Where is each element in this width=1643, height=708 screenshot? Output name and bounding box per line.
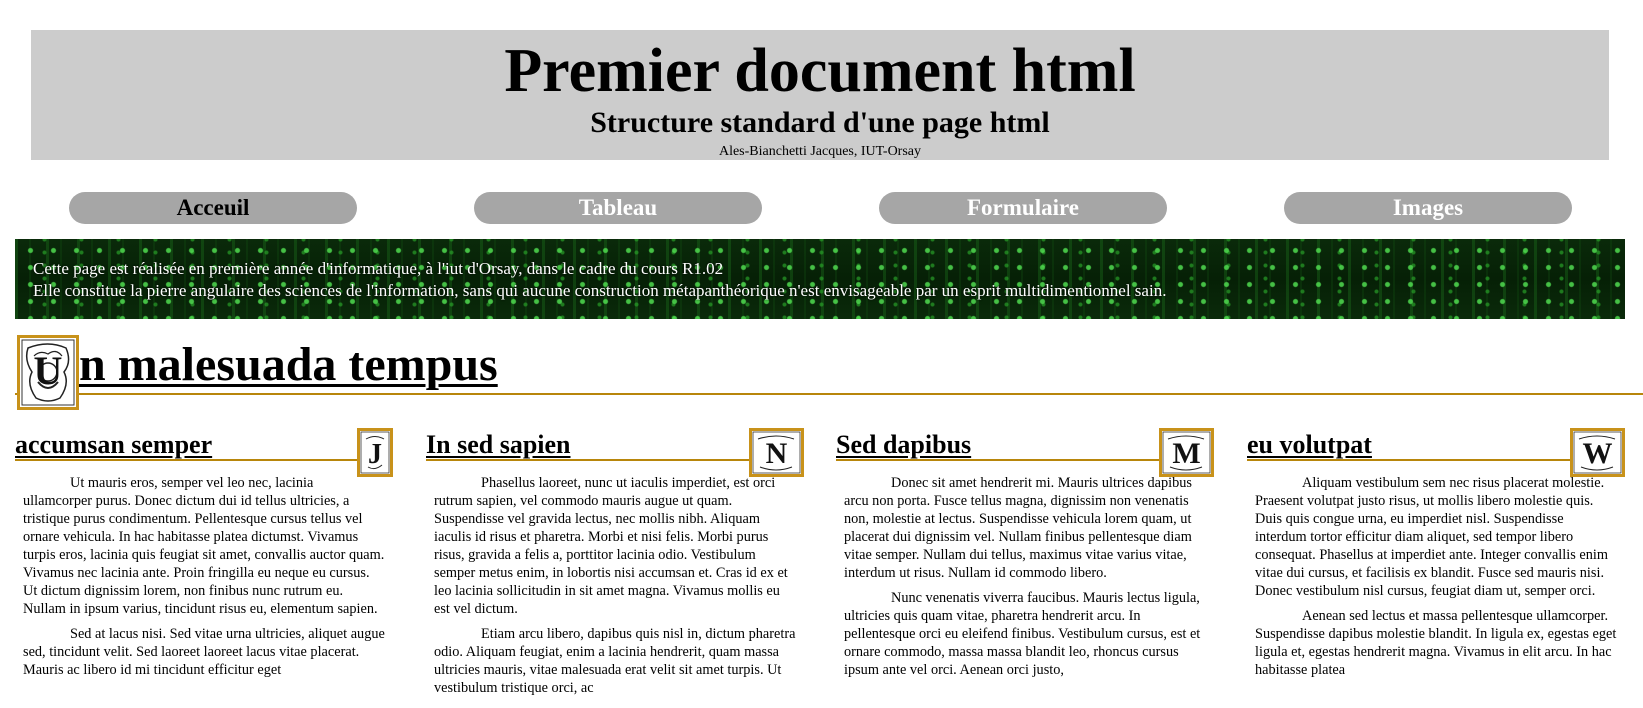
article-column-1: accumsan semper J Ut mauris eros, semper… (15, 428, 393, 708)
matrix-banner: Cette page est réalisée en première anné… (15, 239, 1625, 319)
article-column-4: eu volutpat W Aliquam vestibulum sem nec… (1247, 428, 1625, 708)
column-3-title: Sed dapibus (836, 430, 972, 459)
dropcap-n-icon: N (749, 428, 804, 477)
column-2-title: In sed sapien (426, 430, 571, 459)
dropcap-u-letter: U (34, 348, 63, 393)
dropcap-j-letter: J (368, 439, 382, 470)
column-1-heading: accumsan semper J (15, 428, 393, 477)
nav-tableau-button[interactable]: Tableau (474, 192, 762, 224)
dropcap-m-icon: M (1159, 428, 1214, 477)
column-3-paragraph-1: Donec sit amet hendrerit mi. Mauris ultr… (844, 475, 1192, 581)
column-1-paragraph-2: Sed at lacus nisi. Sed vitae urna ultric… (23, 626, 385, 678)
column-2-paragraph-2: Etiam arcu libero, dapibus quis nisl in,… (434, 626, 796, 696)
main-section-heading: U n malesuada tempus (15, 335, 1643, 410)
dropcap-w-icon: W (1570, 428, 1625, 477)
column-4-title: eu volutpat (1247, 430, 1372, 459)
dropcap-m-letter: M (1172, 437, 1200, 470)
page-subtitle: Structure standard d'une page html (590, 106, 1050, 139)
page-title: Premier document html (504, 37, 1136, 105)
column-1-body: Ut mauris eros, semper vel leo nec, laci… (15, 461, 393, 679)
nav-accueil-button[interactable]: Acceuil (69, 192, 357, 224)
column-1-paragraph-1: Ut mauris eros, semper vel leo nec, laci… (23, 475, 385, 617)
column-2-heading: In sed sapien N (426, 428, 804, 477)
column-2-body: Phasellus laoreet, nunc ut iaculis imper… (426, 461, 804, 697)
page-header: Premier document html Structure standard… (31, 30, 1609, 160)
nav-formulaire-button[interactable]: Formulaire (879, 192, 1167, 224)
column-4-heading: eu volutpat W (1247, 428, 1625, 477)
nav-images-button[interactable]: Images (1284, 192, 1572, 224)
column-3-paragraph-2: Nunc venenatis viverra faucibus. Mauris … (844, 590, 1201, 678)
banner-line-2: Elle constitue la pierre angulaire des s… (33, 281, 1167, 300)
column-3-heading: Sed dapibus M (836, 428, 1214, 477)
dropcap-u-icon: U (17, 335, 79, 410)
article-column-3: Sed dapibus M Donec sit amet hendrerit m… (836, 428, 1214, 708)
column-3-body: Donec sit amet hendrerit mi. Mauris ultr… (836, 461, 1214, 679)
author-line: Ales-Bianchetti Jacques, IUT-Orsay (718, 144, 922, 159)
column-4-paragraph-1: Aliquam vestibulum sem nec risus placera… (1255, 475, 1608, 599)
banner-line-1: Cette page est réalisée en première anné… (33, 259, 724, 278)
column-4-paragraph-2: Aenean sed lectus et massa pellentesque … (1255, 608, 1617, 678)
main-nav: Acceuil Tableau Formulaire Images (0, 192, 1643, 224)
dropcap-j-icon: J (357, 428, 393, 477)
dropcap-w-letter: W (1583, 437, 1613, 470)
article-column-2: In sed sapien N Phasellus laoreet, nunc … (426, 428, 804, 708)
dropcap-n-letter: N (766, 437, 788, 470)
column-4-body: Aliquam vestibulum sem nec risus placera… (1247, 461, 1625, 679)
main-heading-text: n malesuada tempus (79, 338, 498, 391)
column-2-paragraph-1: Phasellus laoreet, nunc ut iaculis imper… (434, 475, 788, 617)
column-1-title: accumsan semper (15, 430, 213, 459)
